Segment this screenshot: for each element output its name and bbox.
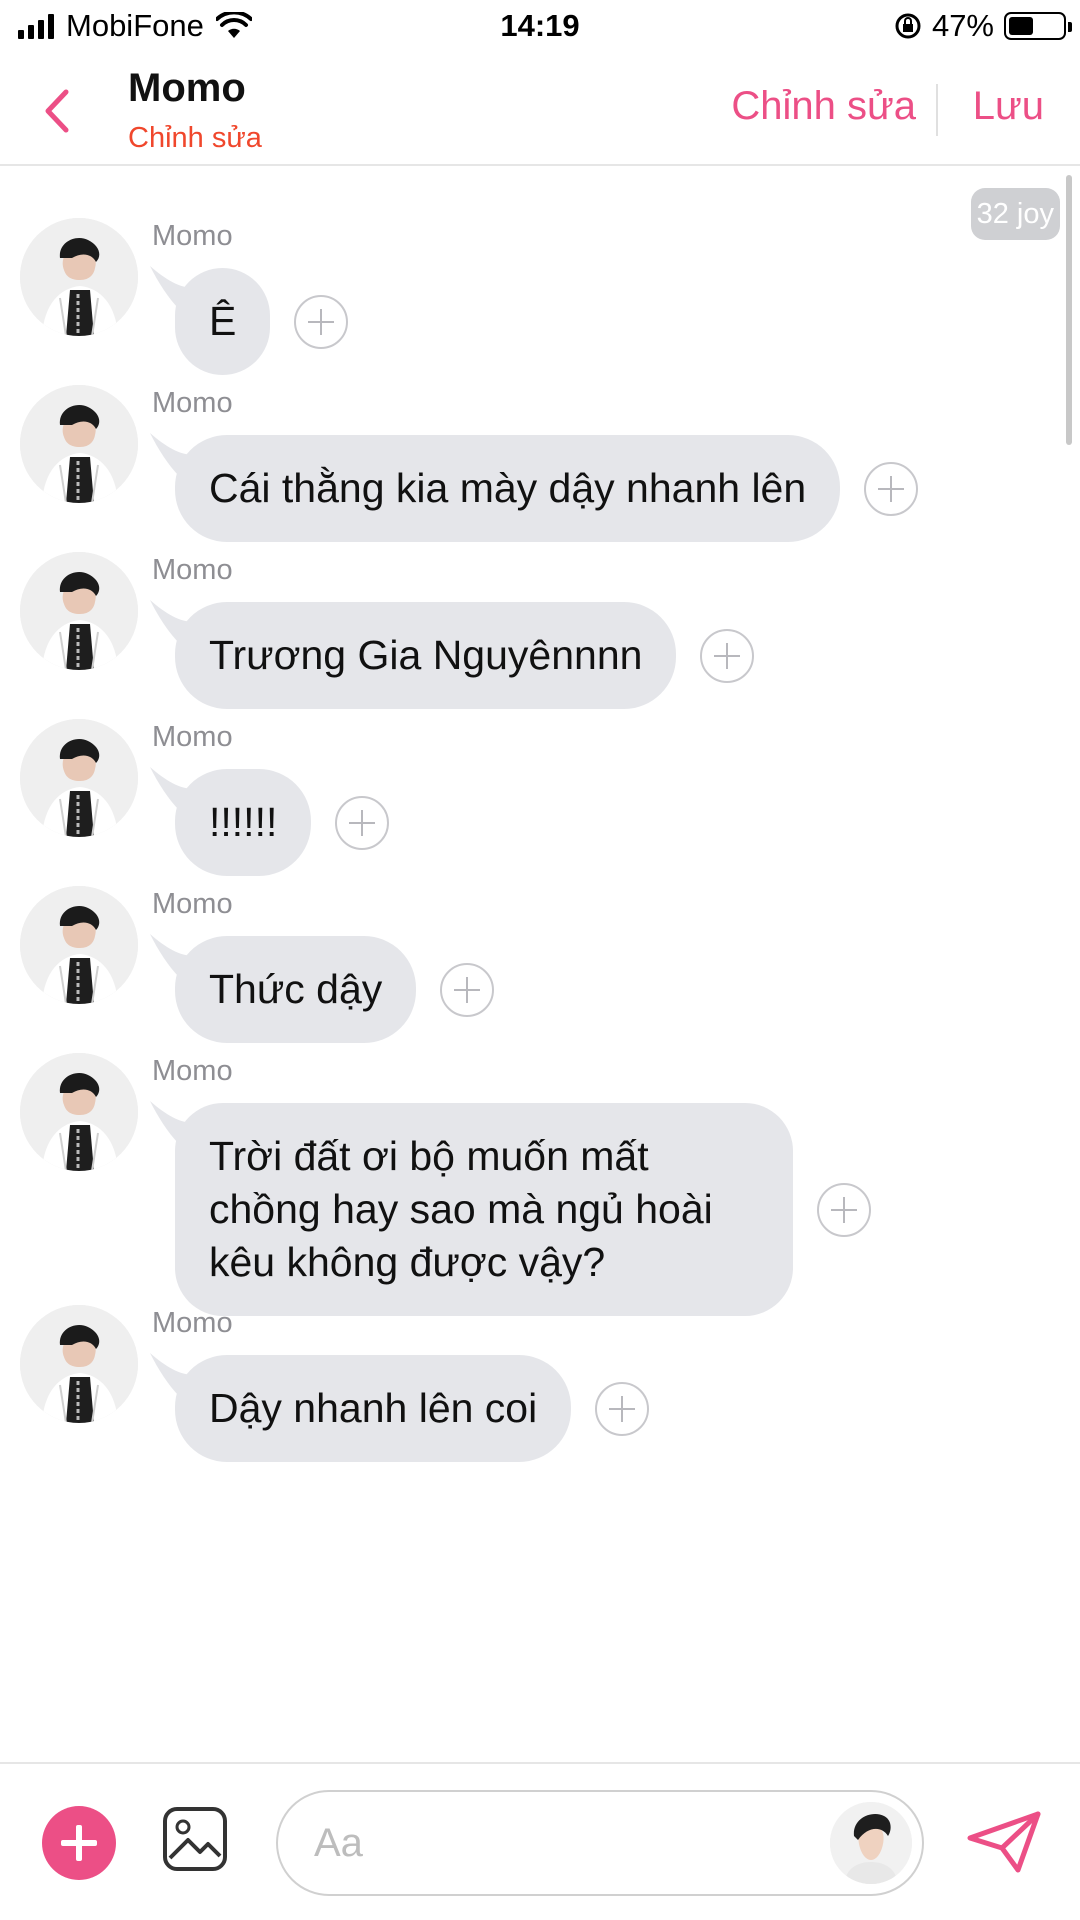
- image-icon[interactable]: [162, 1806, 228, 1872]
- chat-screen: MobiFone 14:19 47% Momo Chỉnh sửa Chỉnh …: [0, 0, 1080, 1920]
- avatar[interactable]: [20, 385, 138, 503]
- react-plus-icon[interactable]: [335, 795, 389, 850]
- react-plus-icon[interactable]: [817, 1182, 871, 1237]
- avatar[interactable]: [20, 886, 138, 1004]
- sender-name: Momo: [152, 721, 233, 753]
- avatar-image: [20, 1305, 138, 1423]
- send-icon[interactable]: [966, 1810, 1042, 1874]
- react-plus-icon[interactable]: [864, 461, 918, 516]
- react-plus-icon[interactable]: [294, 294, 348, 349]
- status-right: 47%: [894, 8, 1072, 44]
- message-input[interactable]: [314, 1816, 774, 1870]
- react-plus-icon[interactable]: [700, 628, 754, 683]
- joy-badge: 32 joy: [970, 188, 1060, 240]
- message-input-wrap: [276, 1790, 924, 1896]
- avatar[interactable]: [20, 719, 138, 837]
- sender-name: Momo: [152, 888, 233, 920]
- message-bubble[interactable]: Trời đất ơi bộ muốn mất chồng hay sao mà…: [175, 1103, 793, 1316]
- sender-name: Momo: [152, 554, 233, 586]
- message-bubble[interactable]: Dậy nhanh lên coi: [175, 1355, 572, 1462]
- sender-name: Momo: [152, 1307, 233, 1339]
- avatar[interactable]: [20, 218, 138, 336]
- battery-icon: [1004, 12, 1072, 40]
- header-divider: [936, 84, 938, 136]
- page-title: Momo: [128, 66, 246, 110]
- add-button[interactable]: [42, 1806, 116, 1880]
- avatar-image: [20, 385, 138, 503]
- sender-name: Momo: [152, 220, 233, 252]
- message-bubble[interactable]: Thức dậy: [175, 936, 417, 1043]
- back-chevron-icon[interactable]: [36, 84, 80, 138]
- react-plus-icon[interactable]: [440, 962, 494, 1017]
- avatar-image: [20, 886, 138, 1004]
- avatar[interactable]: [20, 552, 138, 670]
- avatar-image: [20, 218, 138, 336]
- message-bubble[interactable]: Ê: [175, 268, 271, 375]
- message-bubble[interactable]: Trương Gia Nguyênnnn: [175, 602, 677, 709]
- page-subtitle: Chỉnh sửa: [128, 122, 262, 154]
- avatar[interactable]: [20, 1053, 138, 1171]
- message-bubble[interactable]: Cái thằng kia mày dậy nhanh lên: [175, 435, 841, 542]
- orientation-lock-icon: [895, 13, 921, 39]
- message-bubble[interactable]: !!!!!!: [175, 769, 312, 876]
- sender-name: Momo: [152, 387, 233, 419]
- react-plus-icon[interactable]: [595, 1381, 649, 1436]
- status-bar: MobiFone 14:19 47%: [0, 0, 1080, 60]
- chat-header: Momo Chỉnh sửa Chỉnh sửa Lưu: [0, 60, 1080, 166]
- save-button[interactable]: Lưu: [973, 84, 1044, 129]
- sender-name: Momo: [152, 1055, 233, 1087]
- persona-avatar-image: [830, 1802, 912, 1884]
- avatar-image: [20, 719, 138, 837]
- avatar[interactable]: [20, 1305, 138, 1423]
- edit-button[interactable]: Chỉnh sửa: [731, 84, 916, 129]
- avatar-image: [20, 552, 138, 670]
- battery-percent: 47%: [931, 8, 994, 43]
- composer-bar: [0, 1762, 1080, 1920]
- persona-avatar[interactable]: [830, 1802, 912, 1884]
- scrollbar[interactable]: [1066, 175, 1072, 445]
- avatar-image: [20, 1053, 138, 1171]
